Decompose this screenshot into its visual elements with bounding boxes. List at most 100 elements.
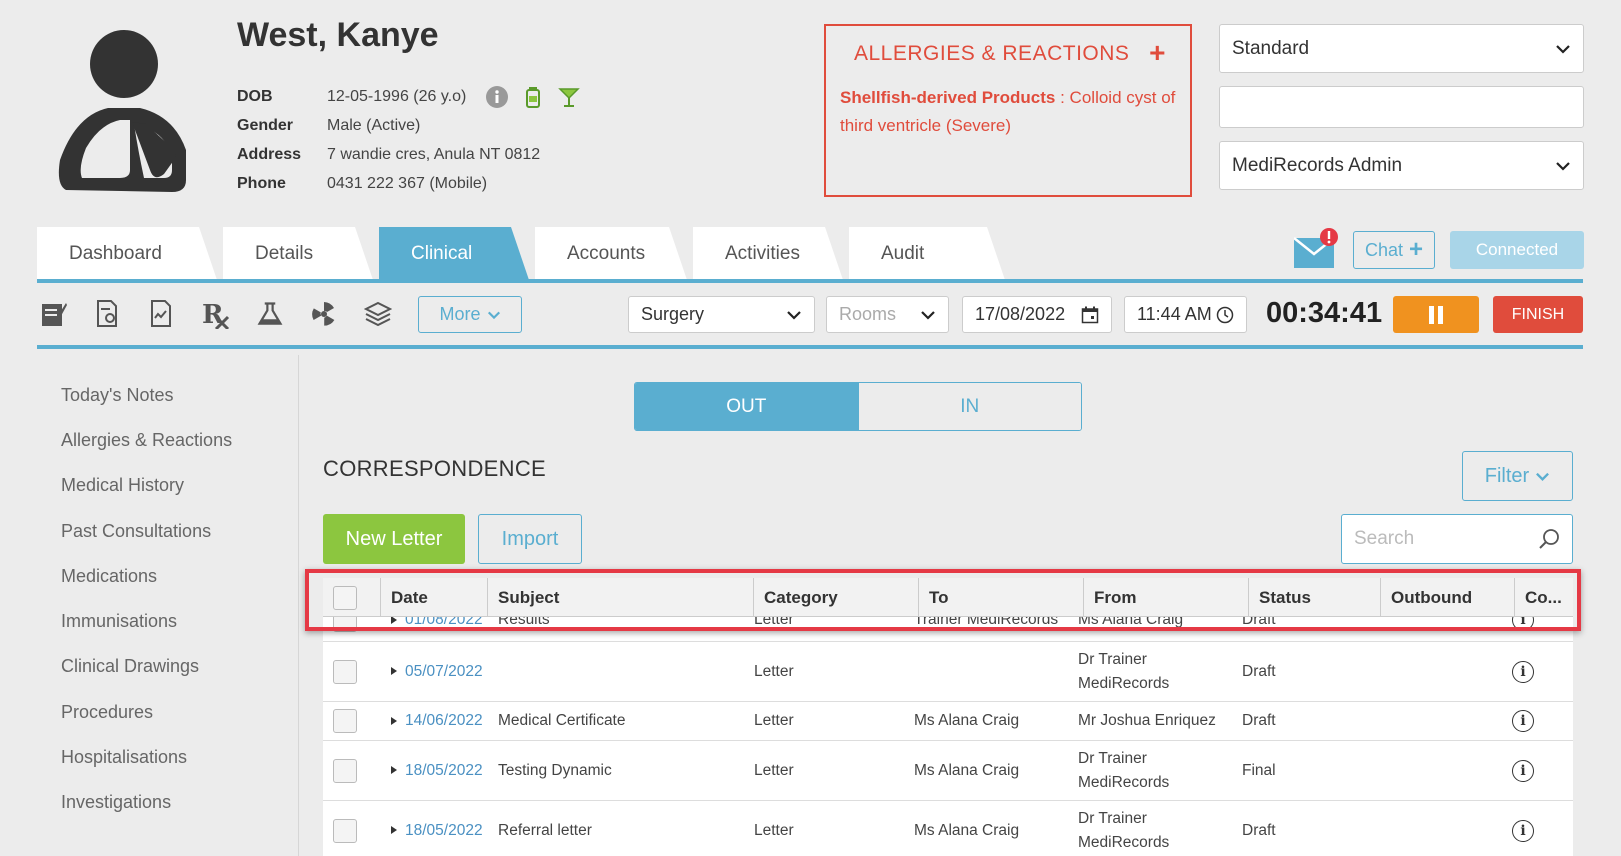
prescription-icon[interactable]: R: [202, 298, 230, 330]
info-icon[interactable]: i: [1512, 710, 1534, 732]
pathology-icon[interactable]: [256, 298, 284, 330]
row-date-text[interactable]: 18/05/2022: [405, 822, 483, 839]
expand-arrow-icon[interactable]: [391, 766, 397, 775]
search-icon[interactable]: [1538, 528, 1560, 550]
tab-activities[interactable]: Activities: [693, 227, 843, 280]
sidebar-item-medical-history[interactable]: Medical History: [61, 475, 184, 496]
notes-icon[interactable]: [40, 298, 68, 330]
row-date-text[interactable]: 14/06/2022: [405, 712, 483, 729]
info-icon[interactable]: i: [1512, 819, 1534, 842]
table-row[interactable]: 05/07/2022 Letter Dr Trainer MediRecords…: [323, 642, 1573, 702]
row-date[interactable]: 18/05/2022: [381, 759, 488, 783]
info-icon[interactable]: i: [1512, 660, 1534, 683]
info-icon[interactable]: i: [1512, 759, 1534, 782]
info-icon[interactable]: [486, 85, 509, 108]
row-subject: Referral letter: [498, 821, 592, 839]
alcohol-icon[interactable]: [558, 86, 581, 108]
add-allergy-icon[interactable]: +: [1149, 39, 1166, 67]
expand-arrow-icon[interactable]: [391, 615, 397, 624]
calendar-icon[interactable]: [1081, 306, 1099, 324]
expand-arrow-icon[interactable]: [391, 716, 397, 725]
out-toggle[interactable]: OUT: [635, 383, 858, 430]
row-checkbox[interactable]: [333, 659, 357, 684]
row-status: Draft: [1242, 821, 1276, 839]
clock-icon[interactable]: [1216, 306, 1234, 324]
pause-button[interactable]: [1393, 296, 1479, 333]
column-header-co[interactable]: Co...: [1515, 578, 1573, 617]
sidebar-item-investigations[interactable]: Investigations: [61, 792, 171, 813]
user-select-value: MediRecords Admin: [1232, 154, 1403, 176]
blank-field[interactable]: [1219, 86, 1584, 128]
column-header-from[interactable]: From: [1084, 578, 1249, 617]
expand-arrow-icon[interactable]: [391, 826, 397, 835]
new-letter-button[interactable]: New Letter: [323, 514, 465, 564]
sidebar-item-procedures[interactable]: Procedures: [61, 702, 153, 723]
smoking-status-icon[interactable]: [522, 86, 544, 108]
column-header-date[interactable]: Date: [381, 578, 488, 617]
rooms-select[interactable]: Rooms: [826, 296, 949, 333]
sidebar-item-immunisations[interactable]: Immunisations: [61, 611, 177, 632]
template-select[interactable]: Standard: [1219, 24, 1584, 73]
table-row[interactable]: 14/06/2022 Medical Certificate Letter Ms…: [323, 702, 1573, 741]
tab-audit[interactable]: Audit: [849, 227, 1005, 280]
chat-button[interactable]: Chat +: [1353, 231, 1435, 269]
date-field[interactable]: 17/08/2022: [962, 296, 1112, 333]
row-to: Ms Alana Craig: [914, 712, 1020, 729]
tab-dashboard[interactable]: Dashboard: [37, 227, 217, 280]
sidebar-item-medications[interactable]: Medications: [61, 566, 157, 587]
search-box: [1341, 514, 1573, 564]
row-date-text[interactable]: 05/07/2022: [405, 663, 483, 680]
sidebar-item-past-consultations[interactable]: Past Consultations: [61, 521, 211, 542]
tab-clinical[interactable]: Clinical: [379, 227, 529, 280]
row-date-text[interactable]: 18/05/2022: [405, 762, 483, 779]
row-to: Ms Alana Craig: [914, 821, 1020, 839]
column-header-status[interactable]: Status: [1249, 578, 1381, 617]
report-icon[interactable]: [148, 298, 176, 330]
search-input[interactable]: [1354, 528, 1534, 550]
column-header-outbound[interactable]: Outbound: [1381, 578, 1515, 617]
import-button[interactable]: Import: [478, 514, 582, 564]
layers-icon[interactable]: [364, 298, 392, 330]
time-field[interactable]: 11:44 AM: [1124, 296, 1247, 333]
row-to: Ms Alana Craig: [914, 761, 1020, 779]
sidebar-item-todays-notes[interactable]: Today's Notes: [61, 385, 174, 406]
column-header-category[interactable]: Category: [754, 578, 919, 617]
row-from: Dr Trainer MediRecords: [1078, 749, 1170, 791]
row-checkbox[interactable]: [333, 818, 357, 843]
table-row[interactable]: 18/05/2022 Referral letter Letter Ms Ala…: [323, 801, 1573, 856]
location-select[interactable]: Surgery: [628, 296, 815, 333]
row-subject: Medical Certificate: [498, 712, 626, 729]
request-form-icon[interactable]: [94, 298, 122, 330]
connected-button[interactable]: Connected: [1450, 231, 1584, 269]
sidebar-item-clinical-drawings[interactable]: Clinical Drawings: [61, 656, 199, 677]
more-label: More: [439, 304, 481, 324]
tab-details[interactable]: Details: [223, 227, 373, 280]
sidebar-item-allergies[interactable]: Allergies & Reactions: [61, 430, 232, 451]
row-checkbox[interactable]: [333, 758, 357, 783]
row-date[interactable]: 18/05/2022: [381, 819, 488, 843]
expand-arrow-icon[interactable]: [391, 667, 397, 676]
more-button[interactable]: More: [418, 296, 522, 333]
column-header-subject[interactable]: Subject: [488, 578, 754, 617]
row-checkbox[interactable]: [333, 709, 357, 733]
mail-icon[interactable]: [1293, 228, 1340, 268]
finish-button[interactable]: FINISH: [1493, 296, 1583, 333]
row-status: Final: [1242, 761, 1276, 779]
allergy-entry[interactable]: Shellfish-derived Products : Colloid cys…: [840, 84, 1176, 140]
column-header-to[interactable]: To: [919, 578, 1084, 617]
sidebar-item-hospitalisations[interactable]: Hospitalisations: [61, 747, 187, 768]
row-date[interactable]: 05/07/2022: [381, 660, 488, 684]
clinical-sidebar: Today's Notes Allergies & Reactions Medi…: [37, 355, 299, 856]
table-row[interactable]: 18/05/2022 Testing Dynamic Letter Ms Ala…: [323, 741, 1573, 801]
radiology-icon[interactable]: [310, 298, 338, 330]
tab-accounts[interactable]: Accounts: [535, 227, 687, 280]
table-body: 01/08/2022 Results Letter Trainer MediRe…: [323, 599, 1573, 856]
patient-avatar: [46, 20, 198, 200]
select-all-checkbox[interactable]: [333, 585, 357, 610]
row-subject: Testing Dynamic: [498, 761, 612, 779]
user-select[interactable]: MediRecords Admin: [1219, 141, 1584, 190]
in-toggle[interactable]: IN: [857, 383, 1081, 430]
filter-button[interactable]: Filter: [1462, 451, 1573, 501]
row-date[interactable]: 14/06/2022: [381, 709, 488, 733]
row-status: Draft: [1242, 662, 1276, 680]
